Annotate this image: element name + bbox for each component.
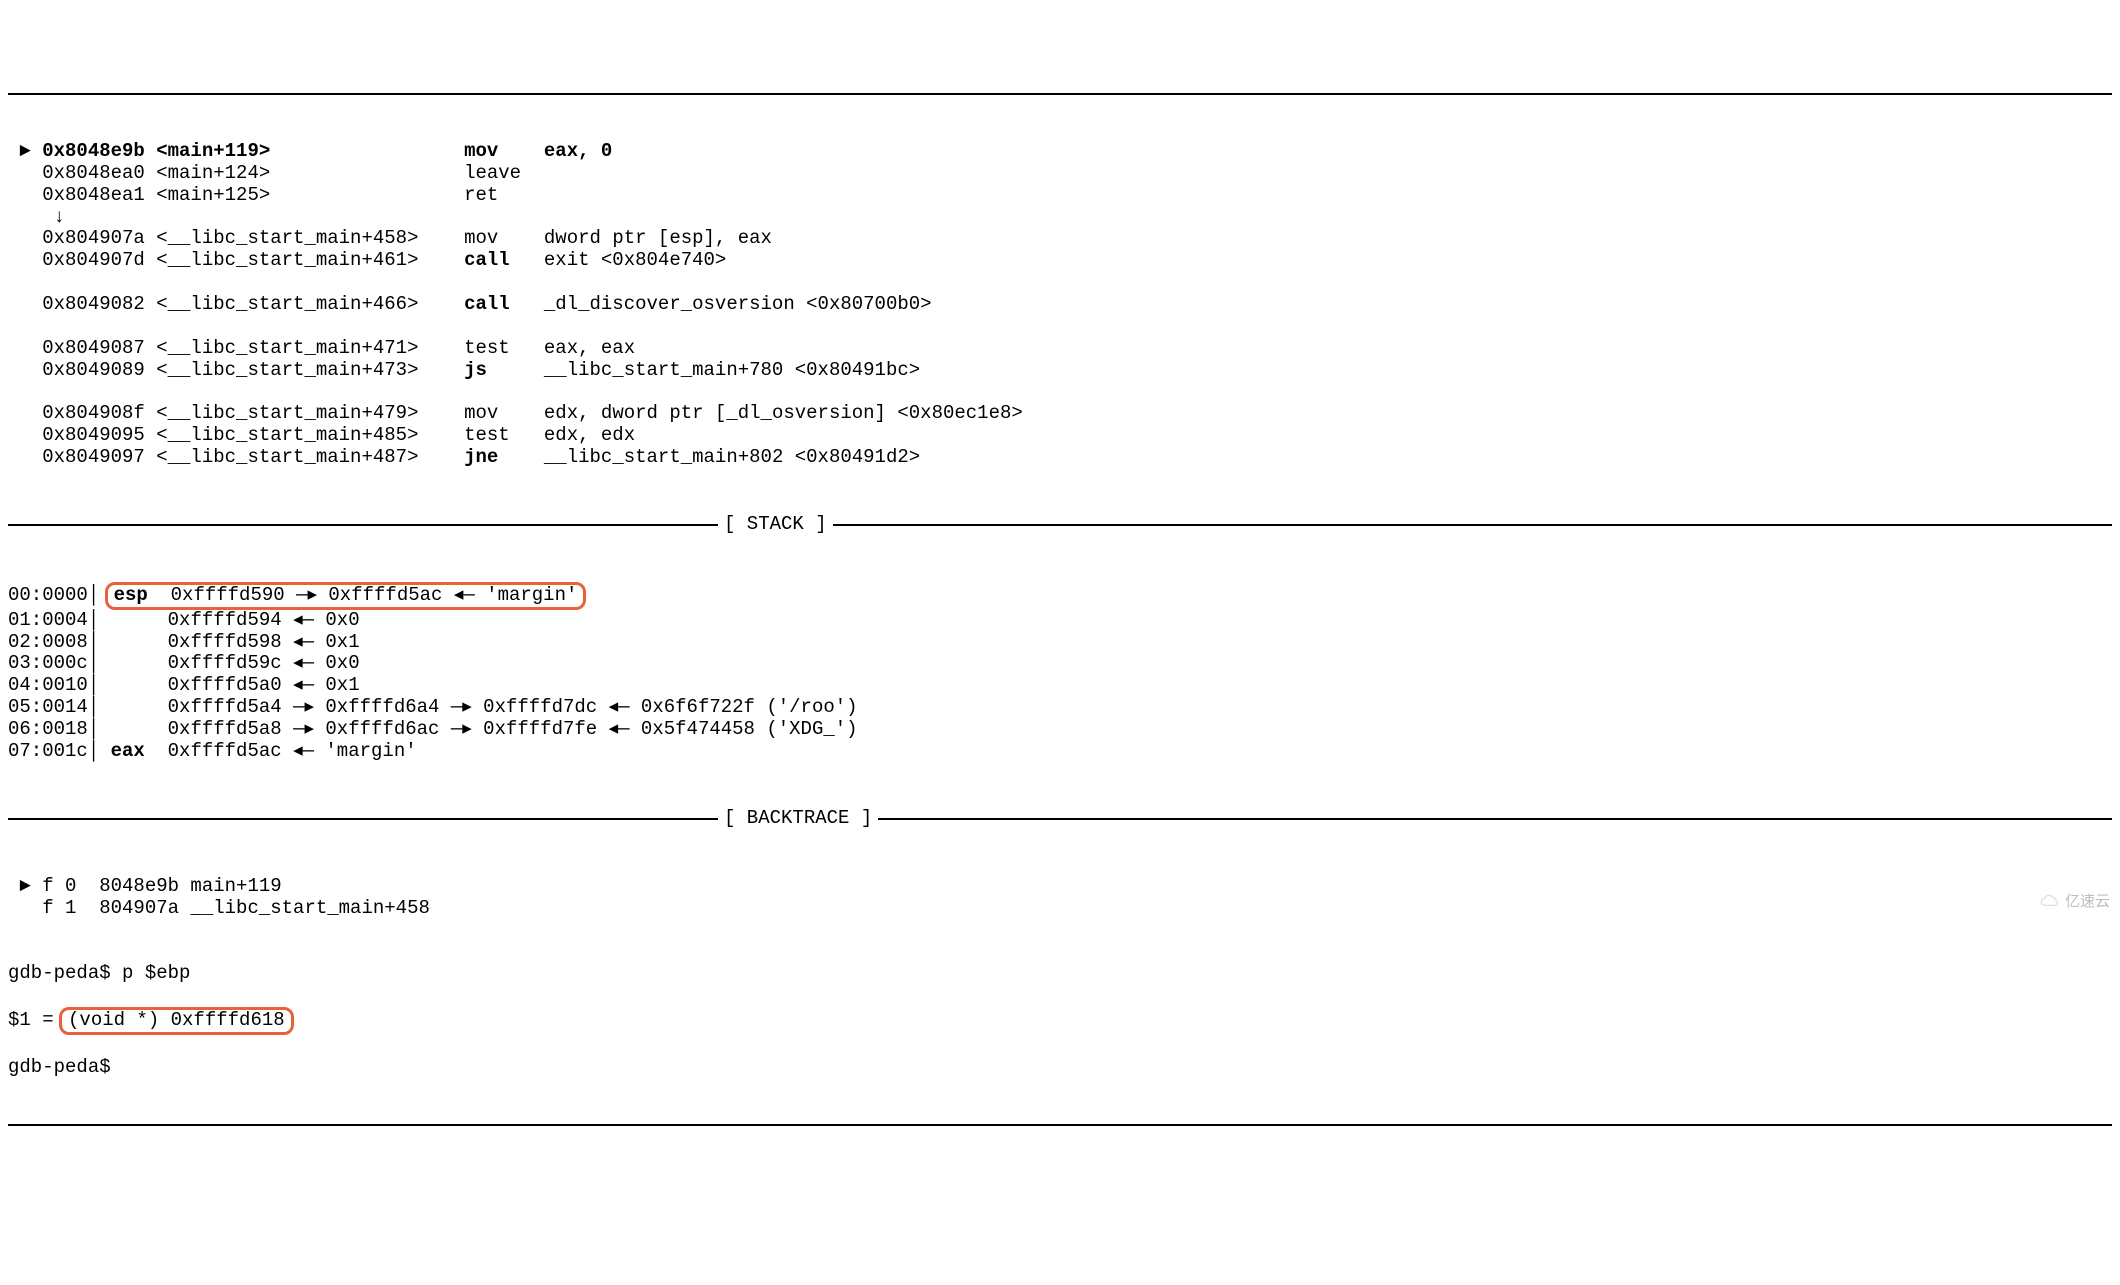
top-rule — [8, 93, 2112, 95]
gdb-result-line: $1 = (void *) 0xffffd618 — [8, 1007, 2112, 1035]
stack-register — [111, 674, 145, 696]
disasm-line: 0x804907a <__libc_start_main+458> mov dw… — [8, 228, 2112, 250]
disasm-line: ↓ — [8, 207, 2112, 229]
stack-line: 03:000c│ 0xffffd59c ◂— 0x0 — [8, 653, 2112, 675]
backtrace-block: ► f 0 8048e9b main+119 f 1 804907a __lib… — [8, 876, 2112, 920]
disasm-line: 0x804908f <__libc_start_main+479> mov ed… — [8, 403, 2112, 425]
stack-line: 07:001c│ eax 0xffffd5ac ◂— 'margin' — [8, 741, 2112, 763]
disasm-line: 0x8049089 <__libc_start_main+473> js __l… — [8, 360, 2112, 382]
stack-line: 05:0014│ 0xffffd5a4 —▸ 0xffffd6a4 —▸ 0xf… — [8, 697, 2112, 719]
result-value: (void *) 0xffffd618 — [68, 1009, 285, 1031]
stack-content: 0xffffd5a0 ◂— 0x1 — [145, 674, 360, 696]
stack-line: 01:0004│ 0xffffd594 ◂— 0x0 — [8, 610, 2112, 632]
stack-content: 0xffffd598 ◂— 0x1 — [145, 631, 360, 653]
stack-register — [111, 631, 145, 653]
stack-register — [111, 652, 145, 674]
gdb-prompt-line-1[interactable]: gdb-peda$ p $ebp — [8, 963, 2112, 985]
watermark-text: 亿速云 — [2065, 893, 2110, 910]
disasm-line: 0x8049087 <__libc_start_main+471> test e… — [8, 338, 2112, 360]
stack-content: 0xffffd5ac ◂— 'margin' — [145, 740, 417, 762]
stack-offset: 07:001c│ — [8, 740, 111, 762]
stack-section-divider: [ STACK ] — [8, 514, 2112, 536]
disasm-line: 0x8049082 <__libc_start_main+466> call _… — [8, 294, 2112, 316]
stack-line: 06:0018│ 0xffffd5a8 —▸ 0xffffd6ac —▸ 0xf… — [8, 719, 2112, 741]
disasm-line: 0x8048ea1 <main+125> ret — [8, 185, 2112, 207]
cloud-icon — [2039, 894, 2061, 908]
watermark: 亿速云 — [2039, 893, 2110, 910]
stack-register — [111, 696, 145, 718]
disasm-line — [8, 381, 2112, 403]
stack-offset: 05:0014│ — [8, 696, 111, 718]
stack-content: 0xffffd5a4 —▸ 0xffffd6a4 —▸ 0xffffd7dc ◂… — [145, 696, 858, 718]
disasm-line: 0x804907d <__libc_start_main+461> call e… — [8, 250, 2112, 272]
gdb-prompt: gdb-peda$ — [8, 962, 122, 984]
backtrace-line: ► f 0 8048e9b main+119 — [8, 876, 2112, 898]
stack-content: 0xffffd59c ◂— 0x0 — [145, 652, 360, 674]
stack-content: 0xffffd594 ◂— 0x0 — [145, 609, 360, 631]
bottom-rule — [8, 1124, 2112, 1126]
stack-offset: 00:0000│ — [8, 584, 111, 606]
stack-offset: 01:0004│ — [8, 609, 111, 631]
stack-block: 00:0000│ esp 0xffffd590 —▸ 0xffffd5ac ◂—… — [8, 582, 2112, 763]
stack-line: 04:0010│ 0xffffd5a0 ◂— 0x1 — [8, 675, 2112, 697]
disasm-line — [8, 316, 2112, 338]
backtrace-section-divider: [ BACKTRACE ] — [8, 808, 2112, 830]
stack-register: eax — [111, 740, 145, 762]
stack-offset: 04:0010│ — [8, 674, 111, 696]
gdb-prompt: gdb-peda$ — [8, 1056, 122, 1078]
disasm-line: 0x8048ea0 <main+124> leave — [8, 163, 2112, 185]
stack-offset: 06:0018│ — [8, 718, 111, 740]
backtrace-line: f 1 804907a __libc_start_main+458 — [8, 898, 2112, 920]
gdb-command: p $ebp — [122, 962, 190, 984]
disasm-line: 0x8049095 <__libc_start_main+485> test e… — [8, 425, 2112, 447]
backtrace-section-label: [ BACKTRACE ] — [718, 808, 878, 830]
result-prefix: $1 = — [8, 1009, 65, 1031]
gdb-prompt-line-2[interactable]: gdb-peda$ — [8, 1057, 2112, 1079]
stack-offset: 03:000c│ — [8, 652, 111, 674]
stack-register — [111, 718, 145, 740]
disasm-line: ► 0x8048e9b <main+119> mov eax, 0 — [8, 141, 2112, 163]
stack-register — [111, 609, 145, 631]
ebp-highlight: (void *) 0xffffd618 — [59, 1007, 294, 1035]
stack-section-label: [ STACK ] — [718, 514, 833, 536]
disassembly-block: ► 0x8048e9b <main+119> mov eax, 0 0x8048… — [8, 141, 2112, 469]
disasm-line — [8, 272, 2112, 294]
stack-content: 0xffffd5a8 —▸ 0xffffd6ac —▸ 0xffffd7fe ◂… — [145, 718, 858, 740]
stack-line: 00:0000│ esp 0xffffd590 —▸ 0xffffd5ac ◂—… — [8, 582, 2112, 610]
stack-line: 02:0008│ 0xffffd598 ◂— 0x1 — [8, 632, 2112, 654]
esp-highlight: esp 0xffffd590 —▸ 0xffffd5ac ◂— 'margin' — [105, 582, 587, 610]
stack-offset: 02:0008│ — [8, 631, 111, 653]
disasm-line: 0x8049097 <__libc_start_main+487> jne __… — [8, 447, 2112, 469]
